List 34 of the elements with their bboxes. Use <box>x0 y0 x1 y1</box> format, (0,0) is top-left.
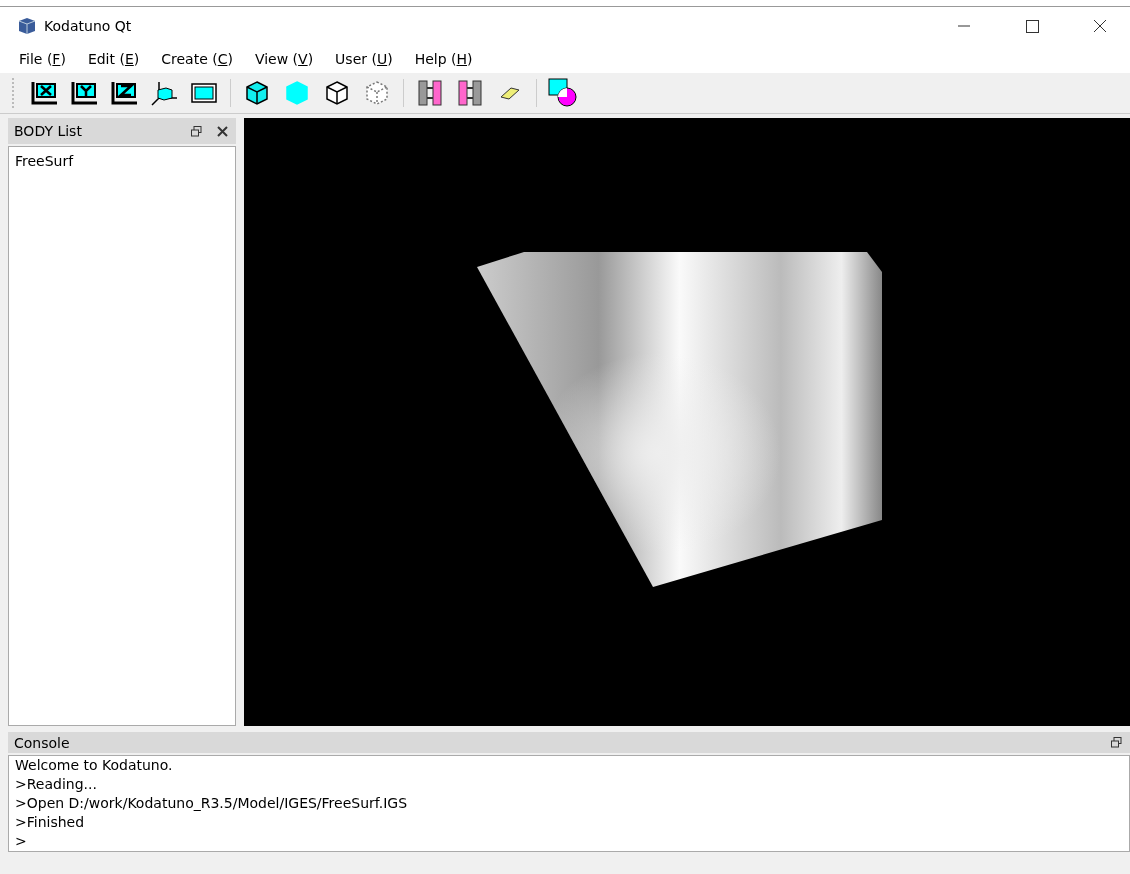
console-line: >Finished <box>15 813 86 832</box>
console-line: >Open D:/work/Kodatuno_R3.5/Model/IGES/FreeSurf.IGS <box>15 794 409 813</box>
console-line: >Reading... <box>15 775 98 794</box>
float-button[interactable] <box>188 123 204 139</box>
axis-box-icon[interactable] <box>150 80 178 106</box>
close-button[interactable] <box>214 123 230 139</box>
panel-title: Console <box>14 734 71 751</box>
console-line: Welcome to Kodatuno. <box>15 756 174 775</box>
menu-item[interactable]: File (F) <box>8 49 77 69</box>
close-icon <box>1093 19 1107 33</box>
menu-item[interactable]: Help (H) <box>403 49 484 69</box>
dotted-cube-icon[interactable] <box>364 80 390 106</box>
fit-screen-icon[interactable] <box>191 83 217 103</box>
menu-item[interactable]: User (U) <box>324 49 404 69</box>
menu-item[interactable]: Create (C) <box>150 49 244 69</box>
view-x-icon[interactable] <box>30 80 58 106</box>
wireframe-cube-icon[interactable] <box>324 80 350 106</box>
minimize-icon <box>958 25 970 27</box>
view-y-icon[interactable] <box>70 80 98 106</box>
float-button[interactable] <box>1108 734 1124 751</box>
shaded-cube-icon[interactable] <box>244 80 270 106</box>
panel-title: BODY List <box>14 123 83 139</box>
maximize-icon <box>1025 19 1039 33</box>
window-title: Kodatuno Qt <box>44 18 133 34</box>
color-shapes-icon[interactable] <box>548 78 578 108</box>
app-cube-icon <box>18 17 36 35</box>
split-panel-icon[interactable] <box>418 80 442 106</box>
list-item[interactable]: FreeSurf <box>15 151 229 171</box>
split-panel-icon[interactable] <box>458 80 482 106</box>
console-line: > <box>15 832 28 851</box>
eraser-icon[interactable] <box>499 85 521 101</box>
view-z-icon[interactable] <box>110 80 138 106</box>
menu-item[interactable]: View (V) <box>243 49 325 69</box>
menu-item[interactable]: Edit (E) <box>76 49 151 69</box>
